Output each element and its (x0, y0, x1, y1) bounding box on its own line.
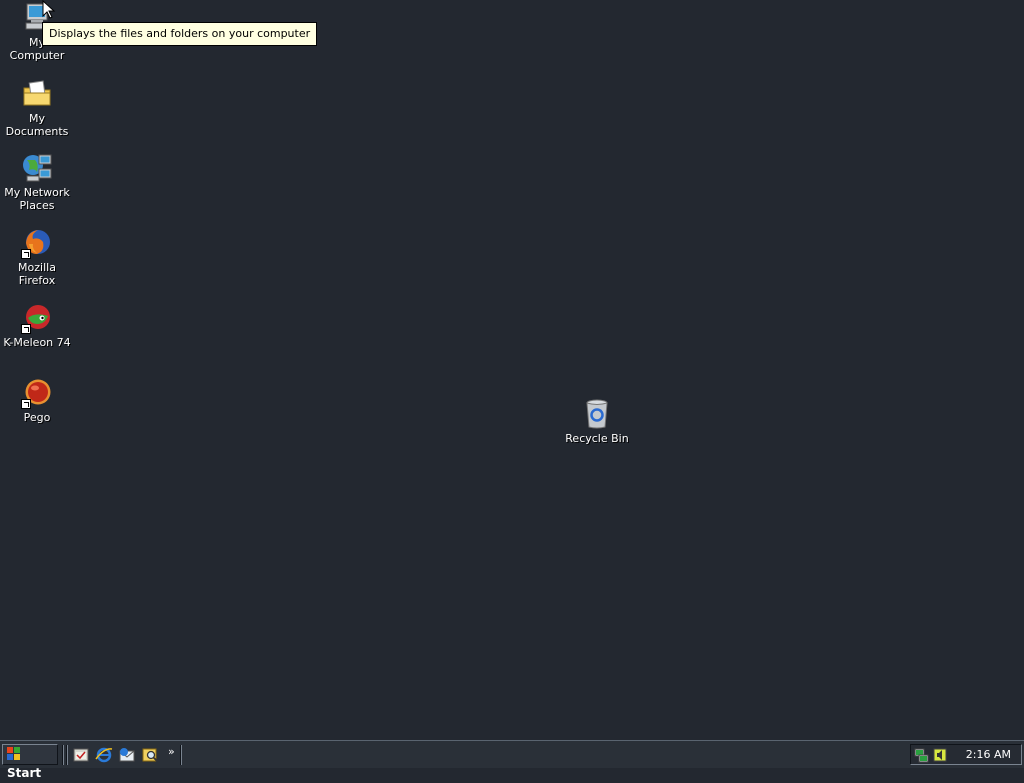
show-desktop-icon[interactable] (72, 746, 90, 764)
desktop-icon-my-network-places[interactable]: My Network Places (0, 152, 74, 212)
taskbar-separator (62, 745, 64, 765)
my-documents-icon (21, 78, 53, 110)
taskbar: Start » 2:16 AM (0, 740, 1024, 780)
start-label: Start (7, 766, 42, 780)
desktop-icon-label: K-Meleon 74 (3, 336, 71, 349)
recycle-bin-icon (581, 398, 613, 430)
firefox-icon (21, 227, 53, 259)
desktop-icon-pego[interactable]: Pego (0, 377, 74, 424)
mouse-cursor-icon (42, 0, 56, 20)
taskbar-separator (66, 745, 68, 765)
k-meleon-icon (21, 302, 53, 334)
desktop[interactable]: My Computer My Documents My Network Plac… (0, 0, 1024, 740)
volume-icon[interactable] (932, 747, 948, 763)
desktop-icon-k-meleon[interactable]: K-Meleon 74 (0, 302, 74, 349)
pego-icon (21, 377, 53, 409)
tooltip: Displays the files and folders on your c… (42, 22, 318, 46)
desktop-icon-label: Recycle Bin (565, 432, 629, 445)
shortcut-arrow-icon (21, 399, 31, 409)
desktop-icon-mozilla-firefox[interactable]: Mozilla Firefox (0, 227, 74, 287)
outlook-express-icon[interactable] (118, 746, 136, 764)
desktop-icon-label: Mozilla Firefox (18, 261, 56, 287)
desktop-icon-recycle-bin[interactable]: Recycle Bin (560, 398, 634, 445)
desktop-icon-label: My Documents (5, 112, 69, 138)
quick-launch-more-button[interactable]: » (168, 745, 175, 758)
desktop-icon-label: My Network Places (4, 186, 70, 212)
shortcut-arrow-icon (21, 249, 31, 259)
clock[interactable]: 2:16 AM (966, 745, 1011, 764)
desktop-icon-my-documents[interactable]: My Documents (0, 78, 74, 138)
system-tray: 2:16 AM (910, 744, 1022, 765)
my-network-places-icon (21, 152, 53, 184)
internet-explorer-icon[interactable] (95, 746, 113, 764)
desktop-icon-label: Pego (23, 411, 51, 424)
windows-logo-icon (7, 747, 21, 761)
start-button[interactable]: Start (2, 744, 58, 780)
network-icon[interactable] (914, 747, 930, 763)
taskbar-separator (180, 745, 182, 765)
search-icon[interactable] (141, 746, 159, 764)
shortcut-arrow-icon (21, 324, 31, 334)
